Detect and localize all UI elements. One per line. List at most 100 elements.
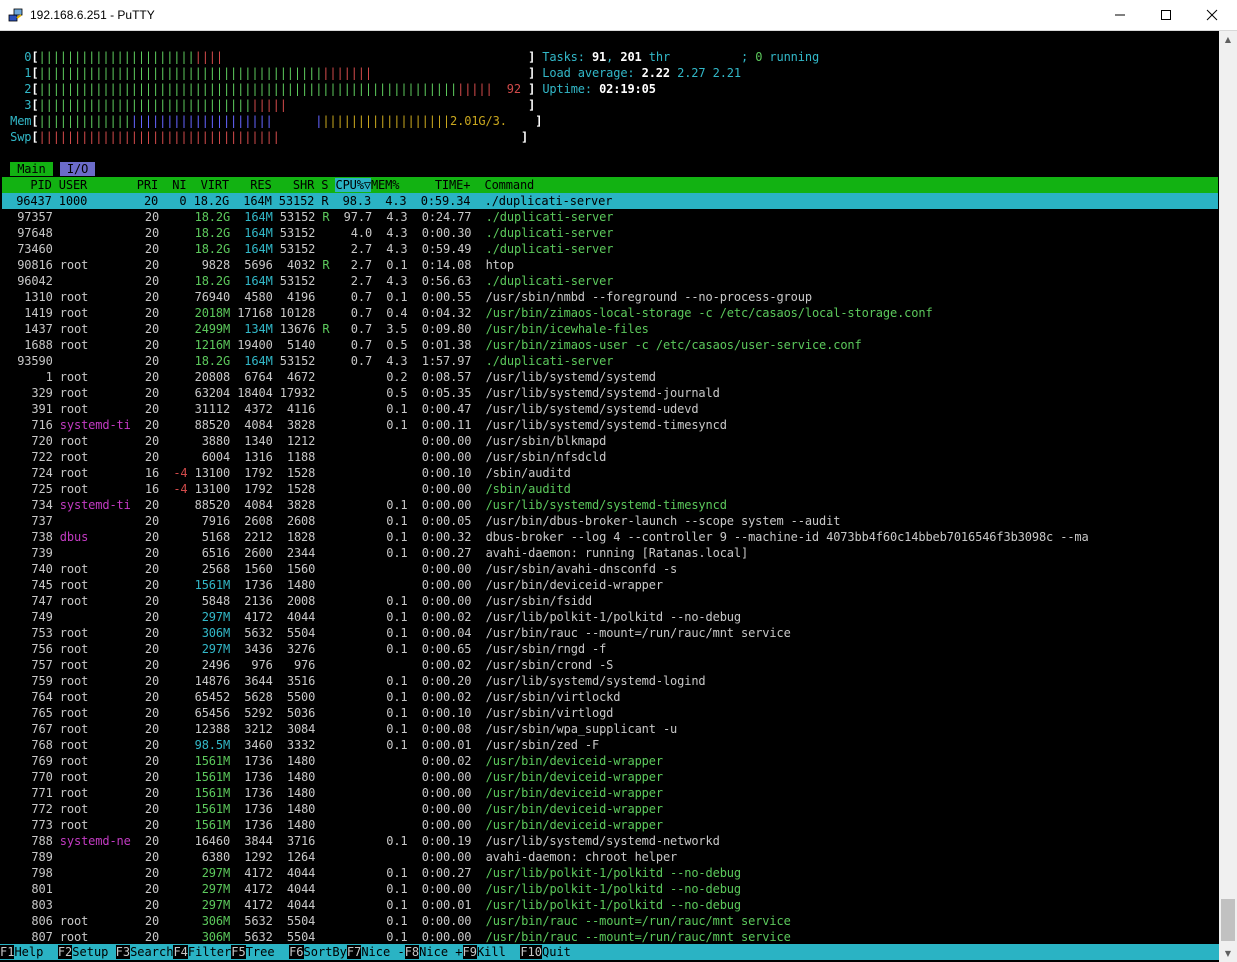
terminal-screen[interactable]: 0[|||||||||||||||||||||||||| ] Tasks: 91… [2, 33, 1218, 960]
fkey-f7[interactable]: F7 [346, 945, 362, 959]
process-row[interactable]: 97648 20 18.2G 164M 53152 4.0 4.3 0:00.3… [3, 225, 1218, 241]
process-row[interactable]: 1419 root 20 2018M 17168 10128 0.7 0.4 0… [3, 305, 1218, 321]
virt-cell: 14876 [187, 674, 231, 688]
column-time[interactable]: TIME+ [414, 178, 471, 192]
process-row[interactable]: 1310 root 20 76940 4580 4196 0.7 0.1 0:0… [3, 289, 1218, 305]
fkey-f1[interactable]: F1 [0, 945, 15, 959]
mem-cell: 0.1 [372, 610, 408, 624]
tab-main[interactable]: Main [10, 162, 53, 176]
process-row[interactable]: 772 root 20 1561M 1736 1480 0:00.00 /usr… [3, 801, 1218, 817]
process-row[interactable]: 737 20 7916 2608 2608 0.1 0:00.05 /usr/b… [3, 513, 1218, 529]
column-mem[interactable]: MEM% [371, 178, 414, 192]
process-row[interactable]: 753 root 20 306M 5632 5504 0.1 0:00.04 /… [3, 625, 1218, 641]
process-row[interactable]: 725 root 16 -4 13100 1792 1528 0:00.00 /… [3, 481, 1218, 497]
fkey-f10[interactable]: F10 [520, 945, 542, 959]
process-row[interactable]: 807 root 20 306M 5632 5504 0.1 0:00.00 /… [3, 929, 1218, 945]
process-row[interactable]: 740 root 20 2568 1560 1560 0:00.00 /usr/… [3, 561, 1218, 577]
process-row[interactable]: 801 20 297M 4172 4044 0.1 0:00.00 /usr/l… [3, 881, 1218, 897]
process-row[interactable]: 771 root 20 1561M 1736 1480 0:00.00 /usr… [3, 785, 1218, 801]
process-row[interactable]: 739 20 6516 2600 2344 0.1 0:00.27 avahi-… [3, 545, 1218, 561]
vertical-scrollbar[interactable]: ▲ ▼ [1219, 31, 1237, 962]
scroll-up-arrow-icon[interactable]: ▲ [1219, 31, 1237, 48]
process-row[interactable]: 1 root 20 20808 6764 4672 0.2 0:08.57 /u… [3, 369, 1218, 385]
virt-cell: 1561 [187, 770, 224, 784]
fkey-f3-label[interactable]: Search [130, 945, 173, 959]
fkey-f5[interactable]: F5 [231, 945, 246, 959]
process-row[interactable]: 749 20 297M 4172 4044 0.1 0:00.02 /usr/l… [3, 609, 1218, 625]
process-row[interactable]: 716 systemd-ti 20 88520 4084 3828 0.1 0:… [3, 417, 1218, 433]
process-row[interactable]: 96042 20 18.2G 164M 53152 2.7 4.3 0:56.6… [3, 273, 1218, 289]
process-row[interactable]: 97357 20 18.2G 164M 53152 R 97.7 4.3 0:2… [3, 209, 1218, 225]
process-row[interactable]: 770 root 20 1561M 1736 1480 0:00.00 /usr… [3, 769, 1218, 785]
fkey-f3[interactable]: F3 [115, 945, 131, 959]
process-row[interactable]: 767 root 20 12388 3212 3084 0.1 0:00.08 … [3, 721, 1218, 737]
process-row[interactable]: 90816 root 20 9828 5696 4032 R 2.7 0.1 0… [3, 257, 1218, 273]
process-row[interactable]: 806 root 20 306M 5632 5504 0.1 0:00.00 /… [3, 913, 1218, 929]
sort-column-cpu[interactable]: CPU%▽ [335, 178, 371, 192]
column-header[interactable]: PID USER PRI NI VIRT RES SHR S CPU%▽MEM%… [2, 177, 1218, 193]
priority-cell: 20 [130, 818, 160, 832]
column-header-left[interactable]: PID USER PRI NI VIRT RES SHR S [2, 178, 328, 192]
nice-cell [159, 450, 187, 464]
process-row[interactable]: 769 root 20 1561M 1736 1480 0:00.02 /usr… [3, 753, 1218, 769]
process-row[interactable]: 73460 20 18.2G 164M 53152 2.7 4.3 0:59.4… [3, 241, 1218, 257]
process-row[interactable]: 803 20 297M 4172 4044 0.1 0:00.01 /usr/l… [3, 897, 1218, 913]
process-row[interactable]: 724 root 16 -4 13100 1792 1528 0:00.10 /… [3, 465, 1218, 481]
title-bar[interactable]: 192.168.6.251 - PuTTY [0, 0, 1237, 31]
pid-cell: 73460 [3, 242, 53, 256]
process-row[interactable]: 764 root 20 65452 5628 5500 0.1 0:00.02 … [3, 689, 1218, 705]
fkey-f7-label[interactable]: Nice - [361, 945, 404, 959]
time-cell: 0:00.00 [407, 562, 472, 576]
process-row[interactable]: 756 root 20 297M 3436 3276 0.1 0:00.65 /… [3, 641, 1218, 657]
process-row[interactable]: 391 root 20 31112 4372 4116 0.1 0:00.47 … [3, 401, 1218, 417]
fkey-f8-label[interactable]: Nice + [419, 945, 462, 959]
process-row[interactable]: 757 root 20 2496 976 976 0:00.02 /usr/sb… [3, 657, 1218, 673]
process-row[interactable]: 738 dbus 20 5168 2212 1828 0.1 0:00.32 d… [3, 529, 1218, 545]
minimize-button[interactable] [1097, 0, 1143, 30]
shr-cell: 1212 [272, 434, 316, 448]
shr-cell: 4044 [272, 866, 316, 880]
process-row[interactable]: 722 root 20 6004 1316 1188 0:00.00 /usr/… [3, 449, 1218, 465]
state-cell [315, 274, 329, 288]
close-button[interactable] [1189, 0, 1235, 30]
fkey-f9-label[interactable]: Kill [477, 945, 520, 959]
fkey-f2[interactable]: F2 [57, 945, 73, 959]
process-row[interactable]: 329 root 20 63204 18404 17932 0.5 0:05.3… [3, 385, 1218, 401]
fkey-f5-label[interactable]: Tree [246, 945, 289, 959]
process-row[interactable]: 765 root 20 65456 5292 5036 0.1 0:00.10 … [3, 705, 1218, 721]
process-row[interactable]: 93590 20 18.2G 164M 53152 0.7 4.3 1:57.9… [3, 353, 1218, 369]
process-row[interactable]: 798 20 297M 4172 4044 0.1 0:00.27 /usr/l… [3, 865, 1218, 881]
nice-cell [159, 754, 187, 768]
state-cell [315, 674, 329, 688]
process-row[interactable]: 788 systemd-ne 20 16460 3844 3716 0.1 0:… [3, 833, 1218, 849]
process-row[interactable]: 789 20 6380 1292 1264 0:00.00 avahi-daem… [3, 849, 1218, 865]
state-cell [315, 786, 329, 800]
column-command[interactable]: Command [470, 178, 534, 192]
process-row[interactable]: 768 root 20 98.5M 3460 3332 0.1 0:00.01 … [3, 737, 1218, 753]
priority-cell: 16 [130, 482, 160, 496]
scroll-down-arrow-icon[interactable]: ▼ [1219, 945, 1237, 962]
fkey-f2-label[interactable]: Setup [72, 945, 115, 959]
maximize-button[interactable] [1143, 0, 1189, 30]
process-row[interactable]: 96437 1000 20 0 18.2G 164M 53152 R 98.3 … [2, 193, 1218, 209]
process-row[interactable]: 745 root 20 1561M 1736 1480 0:00.00 /usr… [3, 577, 1218, 593]
tab-io[interactable]: I/O [59, 162, 96, 176]
fkey-f4[interactable]: F4 [173, 945, 188, 959]
process-row[interactable]: 759 root 20 14876 3644 3516 0.1 0:00.20 … [3, 673, 1218, 689]
process-row[interactable]: 747 root 20 5848 2136 2008 0.1 0:00.00 /… [3, 593, 1218, 609]
process-row[interactable]: 734 systemd-ti 20 88520 4084 3828 0.1 0:… [3, 497, 1218, 513]
process-row[interactable]: 1437 root 20 2499M 134M 13676 R 0.7 3.5 … [3, 321, 1218, 337]
process-row[interactable]: 1688 root 20 1216M 19400 5140 0.7 0.5 0:… [3, 337, 1218, 353]
fkey-f4-label[interactable]: Filter [188, 945, 231, 959]
fkey-f8[interactable]: F8 [404, 945, 420, 959]
fkey-f9[interactable]: F9 [462, 945, 477, 959]
scroll-thumb[interactable] [1221, 899, 1235, 941]
fkey-f6[interactable]: F6 [289, 945, 304, 959]
shr-cell: 1188 [272, 450, 316, 464]
process-row[interactable]: 773 root 20 1561M 1736 1480 0:00.00 /usr… [3, 817, 1218, 833]
process-row[interactable]: 720 root 20 3880 1340 1212 0:00.00 /usr/… [3, 433, 1218, 449]
fkey-f1-label[interactable]: Help [14, 945, 57, 959]
fkey-f10-label[interactable]: Quit [542, 945, 571, 959]
shr-cell: 53152 [272, 354, 316, 368]
fkey-f6-label[interactable]: SortBy [304, 945, 347, 959]
